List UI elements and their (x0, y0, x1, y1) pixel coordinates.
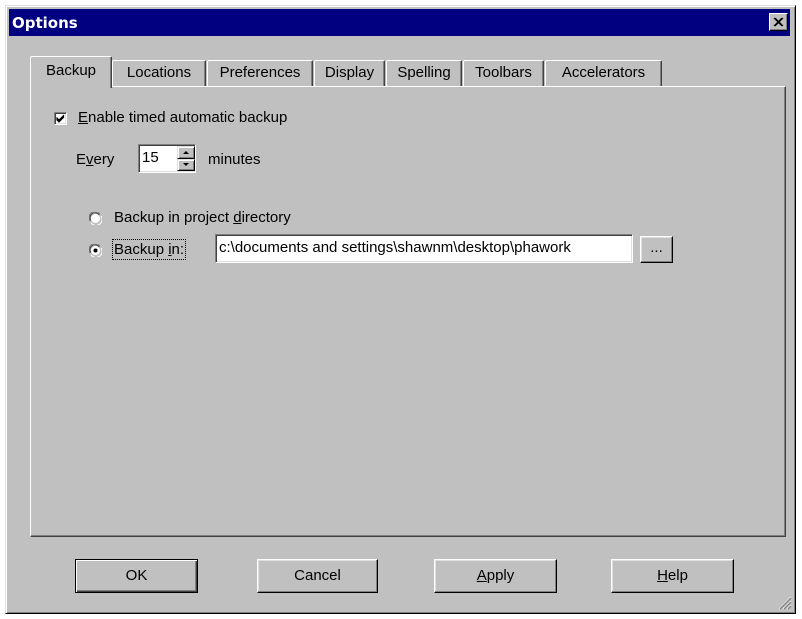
tab-backup[interactable]: Backup (30, 56, 112, 88)
apply-button[interactable]: Apply (434, 559, 557, 593)
label-text: Backup in project (114, 209, 234, 226)
minutes-label: minutes (208, 151, 261, 168)
label-text: pply (486, 567, 515, 584)
tab-label: Backup (45, 62, 97, 79)
tab-label: Spelling (397, 64, 451, 81)
backup-path-input[interactable]: c:\documents and settings\shawnm\desktop… (215, 234, 633, 263)
backup-panel: Enable timed automatic backup Every 15 m… (30, 86, 786, 537)
radio-project-directory-label[interactable]: Backup in project directory (114, 209, 291, 226)
options-dialog: Options Backup Locations Preferences Dis… (5, 5, 796, 614)
help-button[interactable]: Help (611, 559, 734, 593)
tab-label: Locations (126, 64, 192, 81)
radio-backup-in-label[interactable]: Backup in: (111, 239, 187, 260)
tab-accelerators[interactable]: Accelerators (545, 60, 662, 86)
tab-toolbars[interactable]: Toolbars (463, 60, 544, 86)
label-text: n: (171, 241, 185, 258)
enable-backup-checkbox[interactable] (54, 112, 67, 125)
close-icon (773, 17, 784, 27)
tab-preferences[interactable]: Preferences (207, 60, 313, 86)
enable-backup-label[interactable]: Enable timed automatic backup (78, 109, 287, 126)
cancel-button[interactable]: Cancel (257, 559, 378, 593)
input-value: 15 (142, 149, 159, 166)
checkmark-icon (56, 114, 65, 123)
accel-key: E (78, 109, 89, 126)
tab-label: Display (324, 64, 375, 81)
label-text: irectory (241, 209, 291, 226)
arrow-down-icon (183, 163, 189, 166)
label-text: Backup (114, 241, 169, 258)
tab-display[interactable]: Display (314, 60, 385, 86)
title-bar[interactable]: Options (9, 9, 790, 36)
window-title: Options (12, 14, 78, 32)
radio-backup-in[interactable] (89, 244, 102, 257)
label-text: ery (93, 151, 115, 168)
tab-locations[interactable]: Locations (112, 60, 206, 86)
tab-spelling[interactable]: Spelling (386, 60, 462, 86)
accel-key: A (476, 567, 487, 584)
label-text: elp (667, 567, 688, 584)
spin-down-button[interactable] (177, 159, 195, 171)
resize-grip-icon[interactable] (776, 594, 792, 610)
close-button[interactable] (769, 13, 788, 31)
tab-label: Preferences (219, 64, 301, 81)
spin-up-button[interactable] (177, 146, 195, 159)
browse-button[interactable]: ... (640, 236, 673, 263)
input-value: c:\documents and settings\shawnm\desktop… (219, 239, 571, 256)
radio-project-directory[interactable] (89, 212, 102, 225)
ok-button[interactable]: OK (75, 559, 198, 593)
arrow-up-icon (183, 151, 189, 154)
accel-key: v (86, 151, 94, 168)
label-text: E (76, 151, 87, 168)
label-text: nable timed automatic backup (88, 109, 288, 126)
every-label: Every (76, 151, 114, 168)
tab-label: Accelerators (561, 64, 646, 81)
accel-key: H (657, 567, 668, 584)
accel-key: d (233, 209, 242, 226)
tab-label: Toolbars (475, 64, 532, 81)
